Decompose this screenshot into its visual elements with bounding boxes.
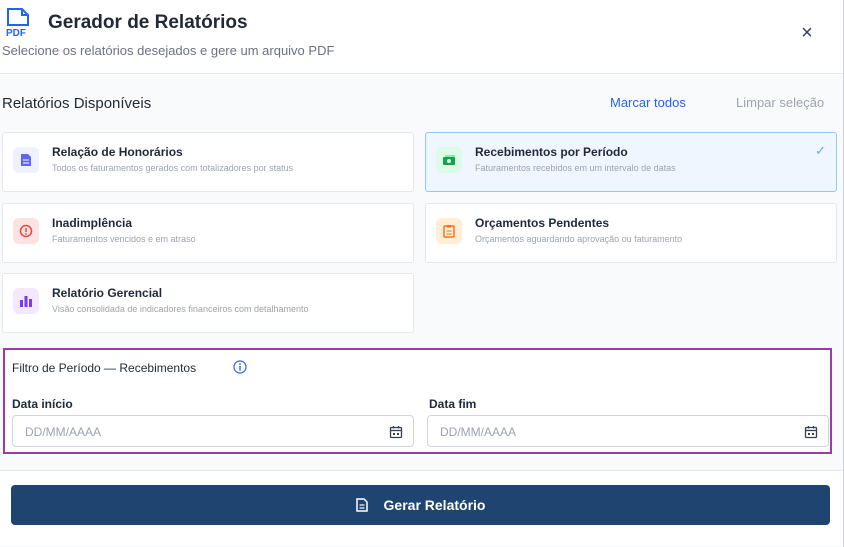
report-card-relatorio-gerencial[interactable]: Relatório Gerencial Visão consolidada de… [2, 273, 414, 333]
report-generator-dialog: PDF Gerador de Relatórios Selecione os r… [0, 0, 844, 547]
card-description: Faturamentos recebidos em um intervalo d… [475, 163, 676, 173]
report-card-relacao-honorarios[interactable]: Relação de Honorários Todos os faturamen… [2, 132, 414, 192]
card-title: Inadimplência [52, 216, 133, 230]
document-icon [13, 147, 39, 173]
document-icon [355, 498, 368, 512]
alert-circle-icon [13, 218, 39, 244]
start-date-placeholder: DD/MM/AAAA [25, 425, 102, 439]
generate-report-label: Gerar Relatório [383, 497, 486, 513]
start-date-label: Data início [12, 397, 73, 411]
end-date-label: Data fim [429, 397, 477, 411]
section-title: Relatórios Disponíveis [2, 95, 152, 112]
generate-report-button[interactable]: Gerar Relatório [11, 485, 830, 525]
card-description: Orçamentos aguardando aprovação ou fatur… [475, 234, 683, 244]
card-title: Relatório Gerencial [52, 286, 163, 300]
svg-text:PDF: PDF [6, 28, 26, 38]
bar-chart-icon [13, 288, 39, 314]
end-date-input[interactable]: DD/MM/AAAA [427, 415, 829, 447]
filter-title: Filtro de Período — Recebimentos [12, 361, 197, 375]
dialog-header: PDF Gerador de Relatórios Selecione os r… [0, 0, 843, 74]
dialog-subtitle: Selecione os relatórios desejados e gere… [2, 43, 335, 58]
check-icon: ✓ [815, 143, 826, 158]
card-description: Todos os faturamentos gerados com totali… [52, 163, 294, 173]
card-title: Relação de Honorários [52, 145, 183, 159]
pdf-file-icon: PDF [6, 8, 29, 38]
dialog-title: Gerador de Relatórios [48, 12, 248, 33]
period-filter-panel: Filtro de Período — Recebimentos Data in… [3, 348, 832, 454]
report-card-inadimplencia[interactable]: Inadimplência Faturamentos vencidos e em… [2, 203, 414, 263]
report-card-orcamentos-pendentes[interactable]: Orçamentos Pendentes Orçamentos aguardan… [425, 203, 837, 263]
calendar-icon[interactable] [389, 425, 403, 439]
report-card-recebimentos-periodo[interactable]: Recebimentos por Período Faturamentos re… [425, 132, 837, 192]
money-icon [436, 147, 462, 173]
card-description: Visão consolidada de indicadores finance… [52, 304, 309, 314]
card-description: Faturamentos vencidos e em atraso [52, 234, 196, 244]
end-date-placeholder: DD/MM/AAAA [440, 425, 517, 439]
dialog-footer: Gerar Relatório [0, 470, 843, 546]
clear-selection-button[interactable]: Limpar seleção [736, 95, 824, 110]
close-button[interactable]: × [794, 20, 820, 46]
card-title: Recebimentos por Período [475, 145, 628, 159]
mark-all-button[interactable]: Marcar todos [610, 95, 686, 110]
start-date-input[interactable]: DD/MM/AAAA [12, 415, 414, 447]
clipboard-icon [436, 218, 462, 244]
info-icon[interactable] [233, 360, 247, 374]
card-title: Orçamentos Pendentes [475, 216, 610, 230]
calendar-icon[interactable] [804, 425, 818, 439]
